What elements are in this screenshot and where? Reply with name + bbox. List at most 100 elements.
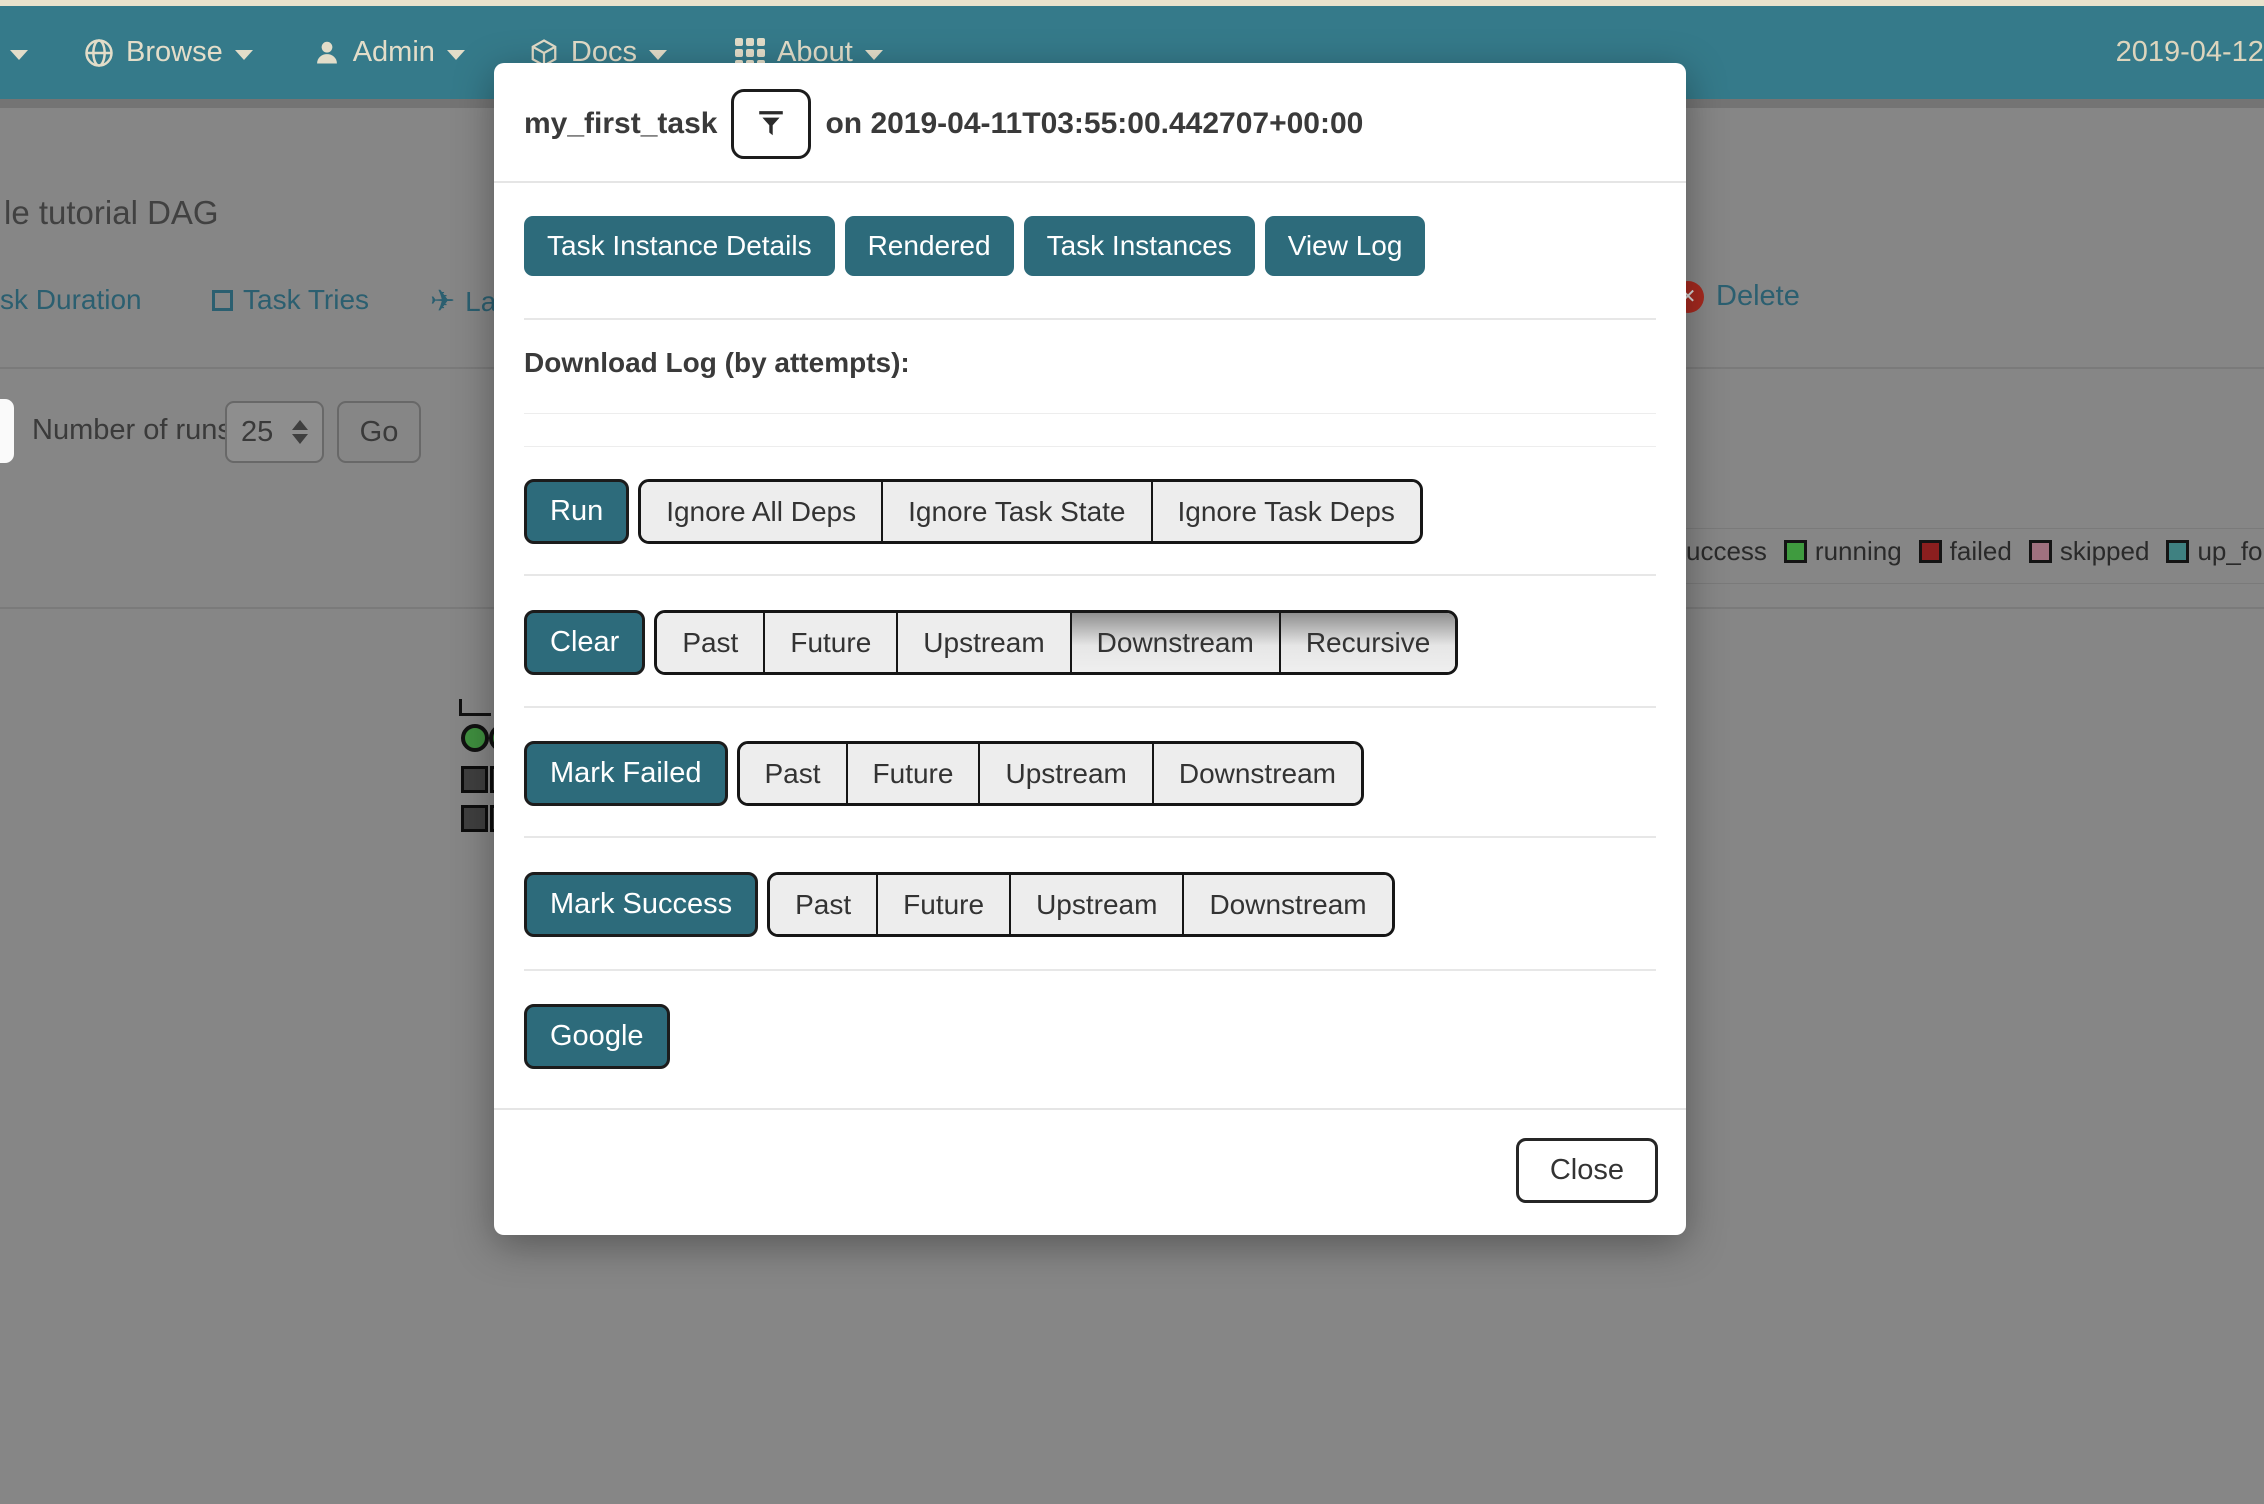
legend-swatch-skipped bbox=[2029, 540, 2052, 563]
mark-failed-downstream-toggle[interactable]: Downstream bbox=[1152, 744, 1361, 803]
mark-failed-button[interactable]: Mark Failed bbox=[524, 741, 728, 806]
cropped-left-button[interactable] bbox=[0, 399, 14, 463]
task-instance-square[interactable] bbox=[461, 805, 488, 832]
mark-success-options-group: Past Future Upstream Downstream bbox=[767, 872, 1395, 937]
clear-options-group: Past Future Upstream Downstream Recursiv… bbox=[654, 610, 1458, 675]
download-log-label: Download Log (by attempts): bbox=[524, 347, 1656, 379]
plane-icon: ✈ bbox=[430, 284, 455, 319]
mark-failed-row: Mark Failed Past Future Upstream Downstr… bbox=[524, 741, 1656, 806]
close-button[interactable]: Close bbox=[1516, 1138, 1658, 1203]
status-legend: uccess running failed skipped up_for_res… bbox=[1686, 536, 2264, 567]
runs-count-value: 25 bbox=[241, 416, 278, 449]
run-row: Run Ignore All Deps Ignore Task State Ig… bbox=[524, 479, 1656, 544]
ignore-task-state-toggle[interactable]: Ignore Task State bbox=[881, 482, 1150, 541]
nav-overflow-caret-icon[interactable] bbox=[10, 50, 28, 60]
legend-swatch-failed bbox=[1919, 540, 1942, 563]
legend-item-up-for-reschedule: up_for_resche bbox=[2166, 536, 2264, 567]
divider bbox=[524, 836, 1656, 838]
task-instance-modal: my_first_task on 2019-04-11T03:55:00.442… bbox=[494, 63, 1686, 1235]
globe-icon bbox=[84, 38, 114, 68]
run-options-group: Ignore All Deps Ignore Task State Ignore… bbox=[638, 479, 1423, 544]
square-icon bbox=[212, 290, 233, 311]
chevron-down-icon bbox=[649, 50, 667, 60]
tab-label: Task Tries bbox=[243, 284, 369, 316]
navbar-date: 2019-04-12, bbox=[2116, 36, 2264, 69]
divider bbox=[524, 413, 1656, 414]
divider bbox=[524, 318, 1656, 320]
dag-run-circle[interactable] bbox=[461, 724, 489, 752]
chevron-down-icon bbox=[865, 50, 883, 60]
user-icon bbox=[313, 39, 341, 67]
clear-row: Clear Past Future Upstream Downstream Re… bbox=[524, 610, 1656, 675]
mark-success-future-toggle[interactable]: Future bbox=[876, 875, 1009, 934]
chevron-down-icon bbox=[447, 50, 465, 60]
filter-button[interactable] bbox=[731, 89, 811, 159]
task-instances-button[interactable]: Task Instances bbox=[1024, 216, 1255, 276]
number-of-runs-label: Number of runs: bbox=[32, 414, 240, 447]
nav-item-browse[interactable]: Browse bbox=[84, 36, 253, 69]
modal-nav-buttons: Task Instance Details Rendered Task Inst… bbox=[524, 216, 1656, 276]
legend-label: running bbox=[1815, 536, 1902, 567]
mark-failed-past-toggle[interactable]: Past bbox=[740, 744, 846, 803]
tab-task-tries[interactable]: Task Tries bbox=[212, 284, 369, 316]
tab-label: La bbox=[465, 286, 496, 318]
clear-recursive-toggle[interactable]: Recursive bbox=[1279, 613, 1455, 672]
mark-failed-future-toggle[interactable]: Future bbox=[846, 744, 979, 803]
chevron-down-icon bbox=[235, 50, 253, 60]
task-instance-square[interactable] bbox=[461, 766, 488, 793]
ignore-task-deps-toggle[interactable]: Ignore Task Deps bbox=[1151, 482, 1420, 541]
legend-item-skipped: skipped bbox=[2029, 536, 2150, 567]
legend-item-success: uccess bbox=[1686, 536, 1767, 567]
nav-item-admin[interactable]: Admin bbox=[313, 36, 465, 69]
divider bbox=[524, 574, 1656, 576]
legend-item-running: running bbox=[1784, 536, 1902, 567]
mark-success-downstream-toggle[interactable]: Downstream bbox=[1182, 875, 1391, 934]
mark-success-past-toggle[interactable]: Past bbox=[770, 875, 876, 934]
modal-header: my_first_task on 2019-04-11T03:55:00.442… bbox=[494, 63, 1686, 183]
go-button[interactable]: Go bbox=[337, 401, 421, 463]
clear-past-toggle[interactable]: Past bbox=[657, 613, 763, 672]
divider bbox=[524, 706, 1656, 708]
modal-title-task: my_first_task bbox=[524, 107, 717, 141]
tab-label: sk Duration bbox=[0, 284, 142, 316]
filter-icon bbox=[756, 110, 786, 138]
legend-label: failed bbox=[1950, 536, 2012, 567]
clear-future-toggle[interactable]: Future bbox=[763, 613, 896, 672]
modal-footer: Close bbox=[494, 1108, 1686, 1235]
clear-downstream-toggle[interactable]: Downstream bbox=[1070, 613, 1279, 672]
google-button[interactable]: Google bbox=[524, 1004, 670, 1069]
legend-label: uccess bbox=[1686, 536, 1767, 567]
mark-failed-options-group: Past Future Upstream Downstream bbox=[737, 741, 1365, 806]
clear-upstream-toggle[interactable]: Upstream bbox=[896, 613, 1069, 672]
nav-label-admin: Admin bbox=[353, 36, 435, 69]
legend-item-failed: failed bbox=[1919, 536, 2012, 567]
delete-label: Delete bbox=[1716, 280, 1800, 313]
rendered-button[interactable]: Rendered bbox=[845, 216, 1014, 276]
tab-landing-times[interactable]: ✈ La bbox=[430, 284, 496, 319]
dag-subtitle: le tutorial DAG bbox=[4, 194, 219, 232]
legend-swatch-running bbox=[1784, 540, 1807, 563]
google-row: Google bbox=[524, 1004, 1656, 1069]
go-label: Go bbox=[360, 416, 399, 449]
run-button[interactable]: Run bbox=[524, 479, 629, 544]
modal-title-date: on 2019-04-11T03:55:00.442707+00:00 bbox=[825, 107, 1363, 141]
legend-label: up_for_resche bbox=[2197, 536, 2264, 567]
runs-count-select[interactable]: 25 bbox=[225, 401, 324, 463]
tree-connector-line bbox=[459, 713, 491, 716]
select-spinner-icon bbox=[292, 420, 308, 444]
task-instance-details-button[interactable]: Task Instance Details bbox=[524, 216, 835, 276]
view-log-button[interactable]: View Log bbox=[1265, 216, 1426, 276]
nav-label-browse: Browse bbox=[126, 36, 223, 69]
ignore-all-deps-toggle[interactable]: Ignore All Deps bbox=[641, 482, 881, 541]
divider bbox=[524, 969, 1656, 971]
mark-success-button[interactable]: Mark Success bbox=[524, 872, 758, 937]
mark-failed-upstream-toggle[interactable]: Upstream bbox=[978, 744, 1151, 803]
delete-dag-link[interactable]: ✕ Delete bbox=[1672, 280, 1800, 313]
tab-task-duration[interactable]: sk Duration bbox=[0, 284, 142, 316]
divider bbox=[524, 446, 1656, 447]
modal-body: Task Instance Details Rendered Task Inst… bbox=[494, 183, 1686, 1108]
mark-success-upstream-toggle[interactable]: Upstream bbox=[1009, 875, 1182, 934]
legend-swatch-up-for-reschedule bbox=[2166, 540, 2189, 563]
clear-button[interactable]: Clear bbox=[524, 610, 645, 675]
mark-success-row: Mark Success Past Future Upstream Downst… bbox=[524, 872, 1656, 937]
